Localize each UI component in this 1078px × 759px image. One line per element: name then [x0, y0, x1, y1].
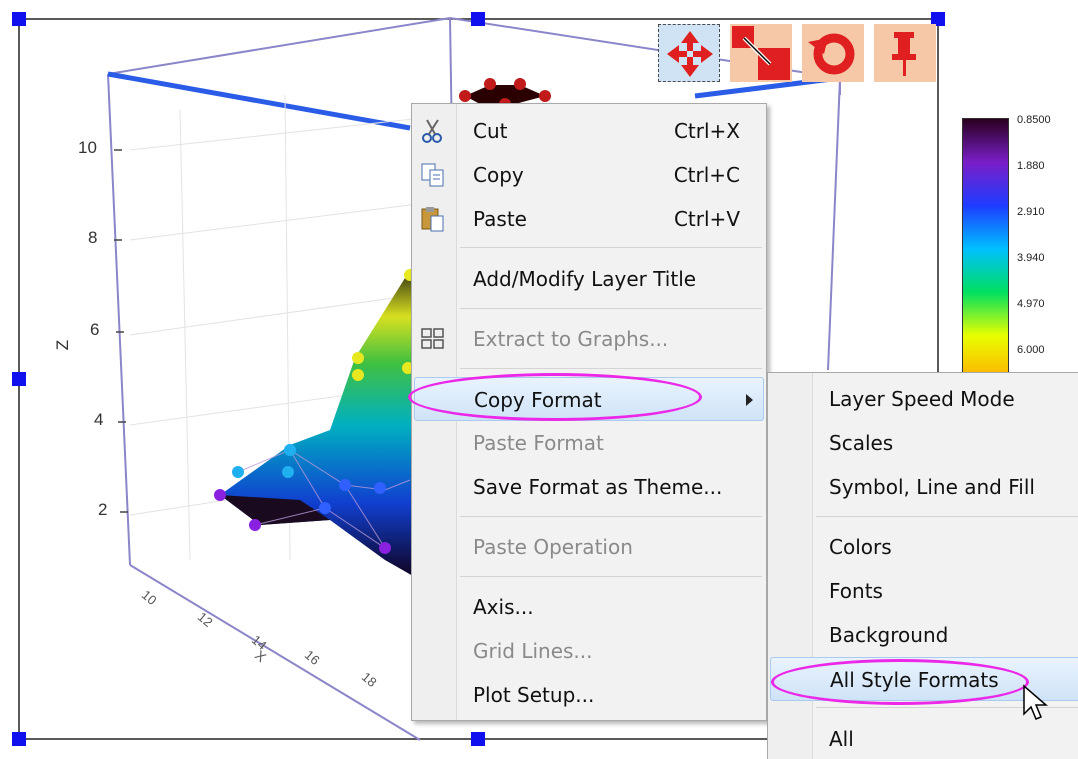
resize-handle-bottom-left[interactable]: [12, 732, 26, 746]
submenu-item-colors[interactable]: Colors: [768, 525, 1078, 569]
menu-item-save-format-as-theme[interactable]: Save Format as Theme...: [412, 465, 766, 509]
menu-item-paste-format[interactable]: Paste Format: [412, 421, 766, 465]
colorbar-label: 0.8500: [1017, 114, 1051, 126]
colorbar-label: 6.000: [1017, 344, 1045, 356]
z-tick-8: 8: [88, 228, 98, 247]
menu-item-grid-lines[interactable]: Grid Lines...: [412, 629, 766, 673]
copy-icon: [421, 163, 444, 187]
pin-icon: [892, 32, 916, 76]
surface-mesh: [220, 270, 420, 580]
mouse-cursor-icon: [1023, 684, 1049, 720]
submenu-arrow-icon: [746, 394, 753, 406]
resize-handle-top[interactable]: [471, 12, 485, 26]
color-scale: [962, 118, 1009, 380]
move-layer-icon: [667, 31, 713, 77]
z-tick-10: 10: [78, 138, 97, 157]
context-menu: Cut Ctrl+X Copy Ctrl+C Paste Ctrl+V Add/…: [411, 103, 767, 721]
menu-item-cut[interactable]: Cut Ctrl+X: [412, 109, 766, 153]
menu-item-copy[interactable]: Copy Ctrl+C: [412, 153, 766, 197]
menu-item-paste-operation[interactable]: Paste Operation: [412, 525, 766, 569]
submenu-item-fonts[interactable]: Fonts: [768, 569, 1078, 613]
pin-button[interactable]: [874, 24, 936, 82]
colorbar-label: 1.880: [1017, 160, 1045, 172]
colorbar-label: 4.970: [1017, 298, 1045, 310]
resize-layer-icon: [732, 26, 790, 80]
resize-handle-left[interactable]: [12, 372, 26, 386]
menu-item-extract-to-graphs[interactable]: Extract to Graphs...: [412, 317, 766, 361]
submenu-item-all[interactable]: All: [768, 717, 1078, 759]
menu-item-add-modify-layer-title[interactable]: Add/Modify Layer Title: [412, 257, 766, 301]
menu-item-plot-setup[interactable]: Plot Setup...: [412, 673, 766, 717]
colorbar-label: 3.940: [1017, 252, 1045, 264]
scissors-icon: [422, 119, 442, 143]
move-layer-button[interactable]: [658, 24, 720, 82]
z-tick-4: 4: [94, 410, 104, 429]
resize-handle-top-left[interactable]: [12, 12, 26, 26]
colorbar-label: 2.910: [1017, 206, 1045, 218]
z-tick-2: 2: [98, 500, 108, 519]
z-tick-6: 6: [90, 320, 100, 339]
submenu-item-symbol-line-fill[interactable]: Symbol, Line and Fill: [768, 465, 1078, 509]
resize-layer-button[interactable]: [730, 24, 792, 82]
resize-handle-bottom[interactable]: [471, 732, 485, 746]
submenu-item-layer-speed-mode[interactable]: Layer Speed Mode: [768, 377, 1078, 421]
rotate-layer-button[interactable]: [802, 24, 864, 82]
menu-item-copy-format[interactable]: Copy Format: [414, 377, 764, 421]
submenu-item-scales[interactable]: Scales: [768, 421, 1078, 465]
graph-window: 10 8 6 4 2 Z 10 12 14 16 18 X 0.8500 1.8…: [0, 0, 1078, 759]
box-edge-highlight: [107, 71, 411, 131]
menu-item-axis[interactable]: Axis...: [412, 585, 766, 629]
submenu-item-background[interactable]: Background: [768, 613, 1078, 657]
z-axis-label: Z: [53, 339, 73, 351]
rotate-layer-icon: [808, 33, 855, 75]
paste-icon: [421, 207, 444, 232]
extract-graphs-icon: [421, 328, 444, 349]
menu-item-paste[interactable]: Paste Ctrl+V: [412, 197, 766, 241]
